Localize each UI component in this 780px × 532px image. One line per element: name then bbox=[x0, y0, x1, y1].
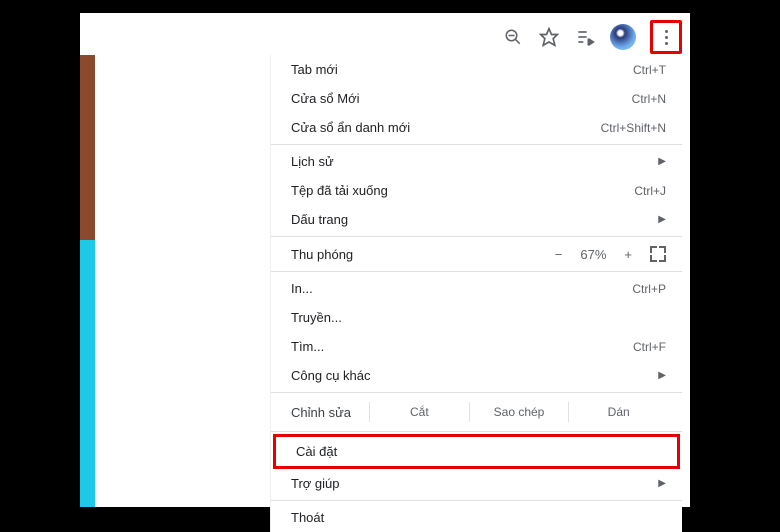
menu-item-zoom: Thu phóng − 67% + bbox=[271, 239, 682, 269]
zoom-value: 67% bbox=[580, 247, 606, 262]
star-icon[interactable] bbox=[538, 26, 560, 48]
zoom-out-icon[interactable] bbox=[502, 26, 524, 48]
chevron-right-icon: ▶ bbox=[658, 370, 666, 381]
menu-item-new-window[interactable]: Cửa sổ Mới Ctrl+N bbox=[271, 84, 682, 113]
menu-item-history[interactable]: Lịch sử ▶ bbox=[271, 147, 682, 176]
highlight-settings: Cài đặt bbox=[273, 434, 680, 469]
menu-label: Cài đặt bbox=[296, 444, 337, 459]
chrome-main-menu: Tab mới Ctrl+T Cửa sổ Mới Ctrl+N Cửa sổ … bbox=[270, 55, 682, 532]
menu-item-bookmarks[interactable]: Dấu trang ▶ bbox=[271, 205, 682, 234]
menu-separator bbox=[271, 236, 682, 237]
menu-label: Công cụ khác bbox=[291, 368, 371, 383]
menu-item-downloads[interactable]: Tệp đã tải xuống Ctrl+J bbox=[271, 176, 682, 205]
zoom-out-button[interactable]: − bbox=[555, 247, 563, 262]
menu-label: Tệp đã tải xuống bbox=[291, 183, 388, 198]
menu-label: Truyền... bbox=[291, 310, 342, 325]
menu-item-find[interactable]: Tìm... Ctrl+F bbox=[271, 332, 682, 361]
menu-item-more-tools[interactable]: Công cụ khác ▶ bbox=[271, 361, 682, 390]
menu-shortcut: Ctrl+N bbox=[632, 92, 666, 106]
menu-item-edit: Chỉnh sửa Cắt Sao chép Dán bbox=[271, 395, 682, 429]
menu-separator bbox=[271, 144, 682, 145]
menu-label: Tìm... bbox=[291, 339, 324, 354]
edit-paste-button[interactable]: Dán bbox=[568, 402, 668, 422]
zoom-in-button[interactable]: + bbox=[624, 247, 632, 262]
profile-avatar[interactable] bbox=[610, 24, 636, 50]
menu-label: Trợ giúp bbox=[291, 476, 340, 491]
menu-item-new-tab[interactable]: Tab mới Ctrl+T bbox=[271, 55, 682, 84]
menu-shortcut: Ctrl+P bbox=[632, 282, 666, 296]
menu-shortcut: Ctrl+F bbox=[633, 340, 666, 354]
chevron-right-icon: ▶ bbox=[658, 156, 666, 167]
menu-label: Tab mới bbox=[291, 62, 338, 77]
menu-item-exit[interactable]: Thoát bbox=[271, 503, 682, 532]
menu-label: In... bbox=[291, 281, 313, 296]
browser-toolbar bbox=[502, 19, 682, 55]
menu-label: Dấu trang bbox=[291, 212, 348, 227]
edit-cut-button[interactable]: Cắt bbox=[369, 402, 469, 422]
menu-item-settings[interactable]: Cài đặt bbox=[276, 437, 677, 466]
menu-shortcut: Ctrl+Shift+N bbox=[601, 121, 666, 135]
menu-separator bbox=[271, 431, 682, 432]
menu-item-incognito[interactable]: Cửa sổ ẩn danh mới Ctrl+Shift+N bbox=[271, 113, 682, 142]
background-strip-top bbox=[80, 55, 95, 240]
menu-separator bbox=[271, 271, 682, 272]
edit-copy-button[interactable]: Sao chép bbox=[469, 402, 569, 422]
chevron-right-icon: ▶ bbox=[658, 478, 666, 489]
menu-separator bbox=[271, 392, 682, 393]
fullscreen-icon[interactable] bbox=[650, 246, 666, 262]
menu-item-print[interactable]: In... Ctrl+P bbox=[271, 274, 682, 303]
chevron-right-icon: ▶ bbox=[658, 214, 666, 225]
menu-shortcut: Ctrl+T bbox=[633, 63, 666, 77]
menu-label: Chỉnh sửa bbox=[291, 405, 369, 420]
media-control-icon[interactable] bbox=[574, 26, 596, 48]
menu-label: Cửa sổ ẩn danh mới bbox=[291, 120, 410, 135]
highlight-step-1 bbox=[650, 20, 682, 54]
menu-label: Lịch sử bbox=[291, 154, 334, 169]
menu-item-help[interactable]: Trợ giúp ▶ bbox=[271, 469, 682, 498]
kebab-menu-icon[interactable] bbox=[659, 27, 673, 47]
menu-label: Cửa sổ Mới bbox=[291, 91, 360, 106]
menu-shortcut: Ctrl+J bbox=[634, 184, 666, 198]
menu-item-cast[interactable]: Truyền... bbox=[271, 303, 682, 332]
menu-label: Thoát bbox=[291, 510, 324, 525]
menu-separator bbox=[271, 500, 682, 501]
menu-label: Thu phóng bbox=[291, 247, 353, 262]
